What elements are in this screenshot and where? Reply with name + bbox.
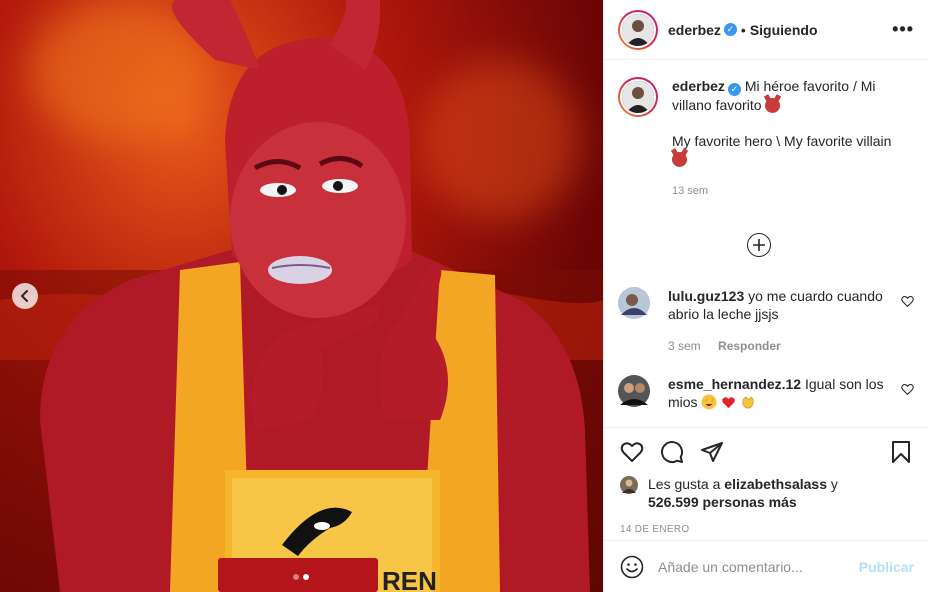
load-more-comments-button[interactable]	[747, 233, 771, 257]
add-comment-bar: Publicar	[604, 540, 928, 592]
comment-like-heart-icon[interactable]	[901, 295, 914, 308]
author-username[interactable]: ederbez	[668, 22, 721, 38]
avatar-image	[622, 13, 654, 46]
reply-button[interactable]: Responder	[718, 339, 781, 353]
comments-section: ederbez ✓ Mi héroe favorito / Mi villano …	[604, 61, 928, 427]
carousel-dot	[293, 574, 299, 580]
avatar-image	[620, 476, 638, 494]
heart-icon[interactable]	[620, 440, 644, 464]
action-bar	[620, 438, 912, 466]
instagram-post: REN ederbez ✓ • Siguiendo ••• ederbez ✓ …	[0, 0, 928, 592]
comment-like-heart-icon[interactable]	[901, 383, 914, 396]
commenter-username[interactable]: lulu.guz123	[668, 288, 744, 304]
comment-item: lulu.guz123 yo me cuardo cuando abrio la…	[618, 287, 914, 355]
carousel-prev-button[interactable]	[12, 283, 38, 309]
author-avatar[interactable]	[618, 9, 658, 50]
likes-summary: Les gusta a elizabethsalass y 526.599 pe…	[620, 475, 912, 511]
devil-emoji-icon	[765, 98, 781, 113]
likes-prefix: Les gusta a	[648, 476, 721, 492]
bookmark-icon[interactable]	[890, 440, 912, 464]
plus-circle-icon	[753, 239, 765, 251]
commenter-avatar[interactable]	[618, 287, 650, 319]
caption-time[interactable]: 13 sem	[672, 182, 902, 200]
comment-emojis	[701, 394, 756, 410]
devil-emoji-icon	[672, 152, 687, 167]
comment-time[interactable]: 3 sem	[668, 339, 701, 353]
following-button[interactable]: Siguiendo	[750, 22, 818, 38]
carousel-dot-active	[303, 574, 309, 580]
carousel-indicator	[293, 574, 309, 580]
post-header: ederbez ✓ • Siguiendo •••	[604, 0, 928, 60]
photo-brand-text: REN	[382, 566, 437, 592]
caption-author-avatar[interactable]	[618, 77, 658, 117]
more-options-icon[interactable]: •••	[892, 19, 914, 40]
avatar-image	[618, 375, 650, 407]
likes-conj: y	[830, 476, 838, 492]
header-separator: •	[740, 21, 746, 38]
post-photo: REN	[0, 0, 603, 592]
publish-button[interactable]: Publicar	[859, 559, 914, 575]
star-eyes-emoji-icon	[701, 394, 717, 410]
avatar-image	[618, 287, 650, 319]
commenter-username[interactable]: esme_hernandez.12	[668, 376, 801, 392]
paper-plane-icon[interactable]	[700, 440, 724, 464]
verified-badge-icon: ✓	[723, 23, 737, 36]
caption-username[interactable]: ederbez	[672, 78, 725, 94]
red-heart-emoji-icon	[722, 397, 736, 409]
liker-username[interactable]: elizabethsalass	[724, 476, 827, 492]
smiley-icon[interactable]	[620, 555, 644, 579]
comment-item: esme_hernandez.12 Igual son los mios	[618, 375, 914, 411]
post-media[interactable]: REN	[0, 0, 603, 592]
post-actions: Les gusta a elizabethsalass y 526.599 pe…	[604, 427, 928, 535]
caption-text-en: My favorite hero \ My favorite villain	[672, 133, 892, 149]
clapping-hands-emoji-icon	[742, 396, 754, 409]
caption: ederbez ✓ Mi héroe favorito / Mi villano …	[618, 77, 914, 200]
chevron-left-icon	[21, 290, 28, 302]
comment-bubble-icon[interactable]	[660, 440, 684, 464]
post-side-panel: ederbez ✓ • Siguiendo ••• ederbez ✓ Mi h…	[603, 0, 928, 592]
comment-input[interactable]	[658, 558, 858, 575]
liker-avatar[interactable]	[620, 476, 638, 494]
avatar-image	[622, 81, 654, 113]
commenter-avatar[interactable]	[618, 375, 650, 407]
verified-badge-icon: ✓	[727, 83, 741, 96]
likes-count[interactable]: 526.599 personas más	[648, 494, 797, 510]
post-date[interactable]: 14 DE ENERO	[620, 524, 912, 535]
